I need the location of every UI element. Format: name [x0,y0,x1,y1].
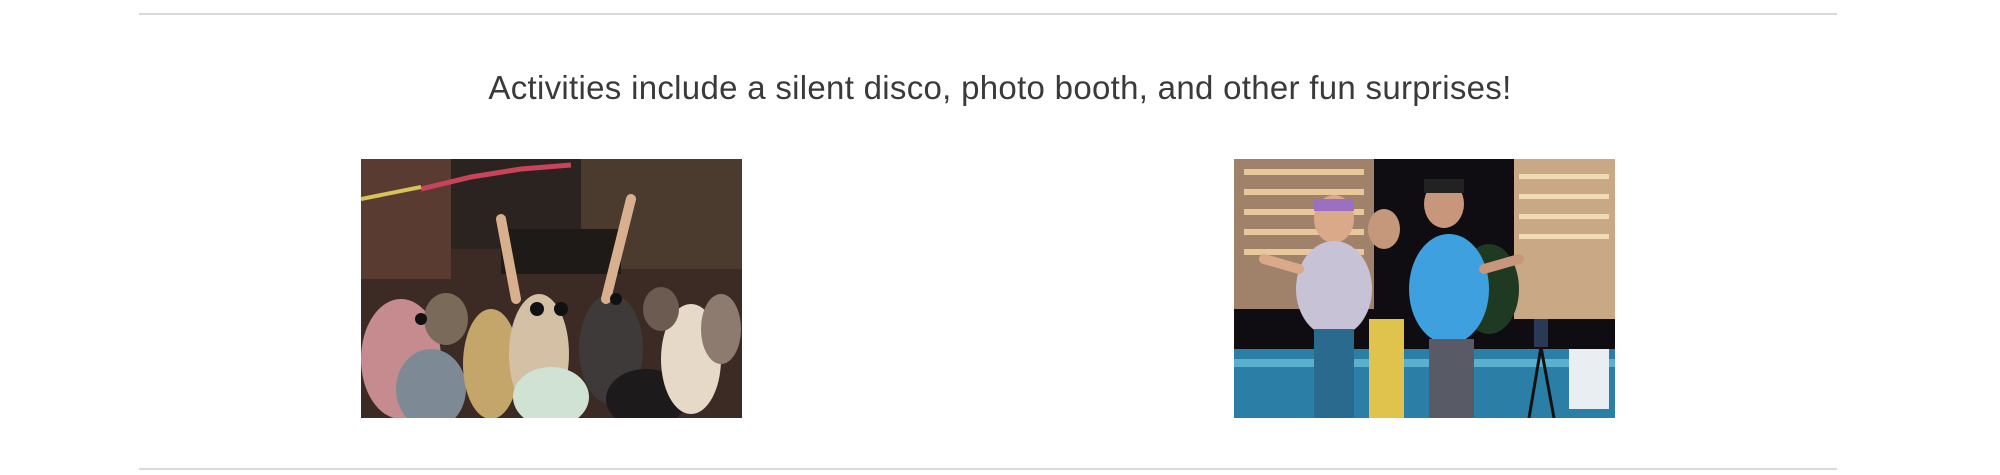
top-divider [139,13,1837,15]
silent-disco-photo [361,159,742,418]
bottom-divider [139,468,1837,470]
activities-section: Activities include a silent disco, photo… [0,0,2000,475]
photo-booth-photo [1234,159,1615,418]
activities-headline: Activities include a silent disco, photo… [488,69,1512,106]
